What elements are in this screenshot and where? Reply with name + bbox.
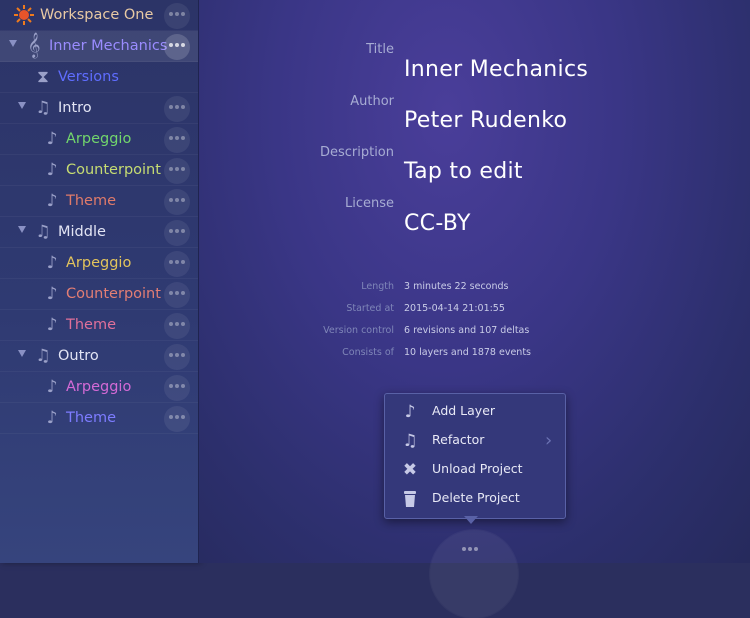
sidebar-item-label: Outro (58, 348, 99, 364)
more-button[interactable] (164, 189, 190, 215)
sidebar-item-label: Arpeggio (66, 131, 132, 147)
music-notes-icon: ♫ (35, 222, 51, 242)
more-button[interactable] (164, 220, 190, 246)
more-button[interactable] (164, 96, 190, 122)
more-button[interactable] (164, 344, 190, 370)
length-label: Length (361, 281, 394, 292)
sidebar-item-label: Counterpoint (66, 162, 161, 178)
version-control-label: Version control (323, 325, 394, 336)
delete-project-menu-item[interactable]: Delete Project (385, 484, 565, 513)
chevron-right-icon: › (545, 430, 553, 451)
music-notes-icon: ♫ (402, 431, 418, 451)
title-value[interactable]: Inner Mechanics (404, 57, 588, 82)
project-actions-menu: ♪ Add Layer ♫ Refactor › ✖ Unload Projec… (384, 393, 566, 519)
music-note-icon: ♪ (46, 160, 58, 180)
title-label: Title (366, 42, 394, 57)
sidebar-item-inner-mechanics[interactable]: 𝄞 Inner Mechanics (0, 31, 198, 62)
more-button[interactable] (164, 406, 190, 432)
more-button[interactable] (164, 3, 190, 29)
version-control-value: 6 revisions and 107 deltas (404, 325, 530, 336)
consists-of-value: 10 layers and 1878 events (404, 347, 532, 358)
description-label: Description (319, 145, 394, 160)
sidebar-item-outro-theme[interactable]: ♪ Theme (0, 403, 198, 434)
sidebar-item-label: Versions (58, 69, 119, 85)
disclosure-triangle-icon[interactable] (18, 226, 26, 233)
sidebar-item-label: Arpeggio (66, 255, 132, 271)
more-button[interactable] (164, 158, 190, 184)
more-button[interactable] (164, 313, 190, 339)
workspace-row[interactable]: Workspace One (0, 0, 198, 31)
sidebar-item-intro-counterpoint[interactable]: ♪ Counterpoint (0, 155, 198, 186)
author-value[interactable]: Peter Rudenko (404, 108, 567, 133)
menu-item-label: Delete Project (432, 490, 520, 505)
trash-icon (399, 489, 421, 509)
sidebar-item-label: Theme (66, 193, 117, 209)
workspace-label: Workspace One (40, 7, 154, 23)
sidebar-item-label: Counterpoint (66, 286, 161, 302)
sidebar-item-versions[interactable]: ⧗ Versions (0, 62, 198, 93)
more-button[interactable] (164, 34, 190, 60)
music-note-icon: ♪ (46, 377, 58, 397)
more-button[interactable] (164, 375, 190, 401)
hourglass-icon: ⧗ (37, 67, 49, 87)
music-notes-icon: ♫ (35, 346, 51, 366)
treble-clef-icon: 𝄞 (27, 33, 41, 58)
more-button[interactable] (164, 127, 190, 153)
license-label: License (344, 196, 394, 211)
consists-of-label: Consists of (342, 347, 394, 358)
menu-item-label: Unload Project (432, 461, 523, 476)
x-icon: ✖ (402, 460, 418, 480)
license-value[interactable]: CC-BY (404, 211, 471, 236)
more-button[interactable] (164, 282, 190, 308)
sidebar-item-label: Arpeggio (66, 379, 132, 395)
sidebar-item-middle-counterpoint[interactable]: ♪ Counterpoint (0, 279, 198, 310)
project-details-panel: Title Inner Mechanics Author Peter Ruden… (199, 0, 750, 618)
sidebar-item-outro[interactable]: ♫ Outro (0, 341, 198, 372)
description-value[interactable]: Tap to edit (404, 159, 523, 184)
disclosure-triangle-icon[interactable] (9, 40, 17, 47)
sidebar-item-intro-theme[interactable]: ♪ Theme (0, 186, 198, 217)
music-notes-icon: ♫ (35, 98, 51, 118)
music-note-icon: ♪ (46, 253, 58, 273)
started-value: 2015-04-14 21:01:55 (404, 303, 505, 314)
sidebar-item-label: Inner Mechanics (49, 38, 168, 54)
music-note-icon: ♪ (46, 315, 58, 335)
sun-icon (13, 3, 35, 27)
sidebar-item-label: Intro (58, 100, 92, 116)
sidebar-item-intro-arpeggio[interactable]: ♪ Arpeggio (0, 124, 198, 155)
started-label: Started at (346, 303, 394, 314)
music-note-icon: ♪ (46, 284, 58, 304)
disclosure-triangle-icon[interactable] (18, 102, 26, 109)
sidebar-item-middle-arpeggio[interactable]: ♪ Arpeggio (0, 248, 198, 279)
menu-item-label: Add Layer (432, 403, 496, 418)
sidebar-item-middle-theme[interactable]: ♪ Theme (0, 310, 198, 341)
more-dots-icon (461, 544, 479, 555)
author-label: Author (350, 94, 394, 109)
music-note-icon: ♪ (46, 191, 58, 211)
sidebar-item-middle[interactable]: ♫ Middle (0, 217, 198, 248)
sidebar-item-label: Theme (66, 317, 117, 333)
menu-pointer (464, 516, 478, 524)
menu-item-label: Refactor (432, 432, 485, 447)
music-note-icon: ♪ (46, 129, 58, 149)
sidebar-item-label: Theme (66, 410, 117, 426)
length-value: 3 minutes 22 seconds (404, 281, 509, 292)
more-button[interactable] (164, 251, 190, 277)
sidebar-item-intro[interactable]: ♫ Intro (0, 93, 198, 124)
disclosure-triangle-icon[interactable] (18, 350, 26, 357)
project-sidebar: Workspace One 𝄞 Inner Mechanics ⧗ Versio… (0, 0, 199, 563)
refactor-menu-item[interactable]: ♫ Refactor › (385, 426, 565, 455)
music-note-icon: ♪ (404, 402, 416, 422)
music-note-icon: ♪ (46, 408, 58, 428)
sidebar-item-outro-arpeggio[interactable]: ♪ Arpeggio (0, 372, 198, 403)
unload-project-menu-item[interactable]: ✖ Unload Project (385, 455, 565, 484)
sidebar-item-label: Middle (58, 224, 106, 240)
add-layer-menu-item[interactable]: ♪ Add Layer (385, 397, 565, 426)
